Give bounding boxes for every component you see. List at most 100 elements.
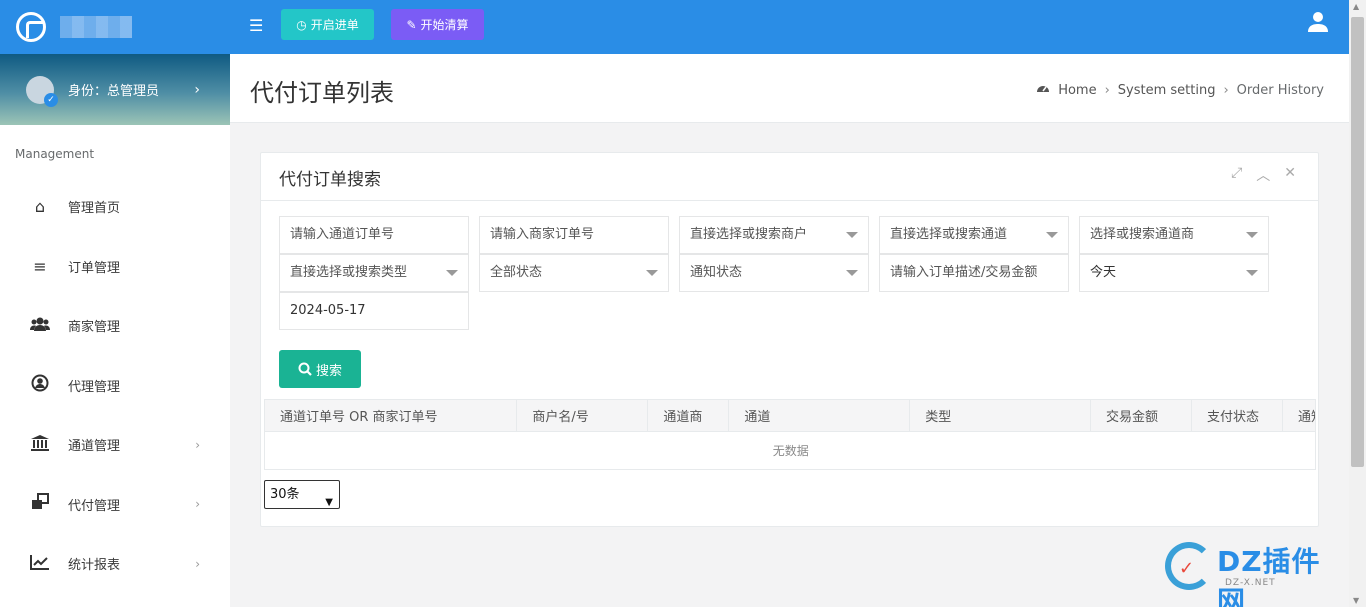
sidebar-item-label: 代付管理 [68, 498, 121, 514]
dashboard-icon [1036, 82, 1050, 98]
status-select[interactable]: 全部状态 [479, 254, 669, 292]
column-header[interactable]: 支付状态 [1191, 400, 1283, 432]
merchant-select[interactable]: 直接选择或搜索商户 [679, 216, 869, 254]
dropdown-caret-icon [1246, 270, 1258, 276]
sidebar-item-label: 代理管理 [68, 379, 121, 395]
list-icon: ≡ [33, 256, 47, 276]
dropdown-caret-icon [1046, 232, 1058, 238]
description-amount-input[interactable]: 请输入订单描述/交易金额 [879, 254, 1069, 292]
dropdown-caret-icon [646, 270, 658, 276]
dropdown-caret-icon [1246, 232, 1258, 238]
breadcrumb-current: Order History [1236, 82, 1324, 98]
channel-order-no-input[interactable]: 请输入通道订单号 [279, 216, 469, 254]
close-icon[interactable]: ✕ [1284, 165, 1296, 185]
type-select-text: 直接选择或搜索类型 [290, 265, 408, 280]
expand-icon[interactable]: ⤢ [1231, 165, 1242, 185]
dropdown-caret-icon [846, 270, 858, 276]
sidebar-item-label: 统计报表 [68, 558, 121, 574]
home-icon: ⌂ [34, 197, 46, 217]
chevron-right-icon: › [195, 497, 200, 512]
sidebar-item-merchants[interactable]: 商家管理 [0, 296, 230, 356]
sidebar-item-label: 通道管理 [68, 439, 121, 455]
profile-banner[interactable]: ✓ 身份：总管理员 › [0, 54, 230, 125]
panel-header: 代付订单搜索 ⤢ ︿ ✕ [261, 153, 1318, 201]
sidebar-item-payouts[interactable]: 代付管理 › [0, 475, 230, 535]
chevron-down-icon: ▼ [325, 497, 333, 508]
watermark-logo: ✓ DZ插件网 DZ-X.NET [1165, 540, 1345, 607]
dropdown-caret-icon [446, 270, 458, 276]
search-panel: 代付订单搜索 ⤢ ︿ ✕ 请输入通道订单号 请输入商家订单号 直接选择或搜索商户… [260, 152, 1319, 527]
dropdown-caret-icon [846, 232, 858, 238]
watermark-check-icon: ✓ [1179, 558, 1195, 579]
orders-table: 通道订单号 OR 商家订单号 商户名/号 通道商 通道 类型 交易金额 支付状态… [264, 399, 1316, 470]
logo-icon [16, 12, 46, 42]
column-header[interactable]: 交易金额 [1090, 400, 1192, 432]
breadcrumb-home[interactable]: Home [1058, 83, 1096, 98]
merchant-select-text: 直接选择或搜索商户 [690, 227, 808, 242]
sidebar-logo[interactable] [0, 0, 230, 54]
top-navbar: ☰ ◷ 开启进单 ✎ 开始清算 [230, 0, 1349, 54]
avatar: ✓ [26, 75, 58, 107]
breadcrumb-system-setting[interactable]: System setting [1118, 83, 1216, 98]
panel-title: 代付订单搜索 [279, 170, 381, 190]
search-button[interactable]: 搜索 [279, 350, 361, 388]
channel-select-text: 直接选择或搜索通道 [890, 227, 1008, 242]
sidebar: ✓ 身份：总管理员 › Management ⌂ 管理首页 ≡ 订单管理 商家管… [0, 0, 230, 607]
page-size-value: 30条 [270, 487, 300, 502]
column-header[interactable]: 通道商 [647, 400, 730, 432]
blurred-site-name [60, 16, 132, 38]
role-label: 身份：总管理员 [68, 84, 160, 99]
provider-select-text: 选择或搜索通道商 [1090, 227, 1195, 242]
sidebar-item-home[interactable]: ⌂ 管理首页 [0, 177, 230, 237]
sidebar-item-label: 商家管理 [68, 320, 121, 336]
type-select[interactable]: 直接选择或搜索类型 [279, 254, 469, 292]
column-header[interactable]: 商户名/号 [516, 400, 649, 432]
pencil-icon: ✎ [406, 17, 417, 32]
scrollbar-thumb[interactable] [1351, 17, 1364, 467]
chevron-right-icon: › [195, 437, 200, 452]
users-icon [30, 316, 50, 336]
breadcrumb-separator: › [1223, 82, 1229, 98]
scroll-down-icon[interactable]: ▼ [1353, 596, 1359, 605]
breadcrumb: Home › System setting › Order History [1036, 82, 1324, 98]
sidebar-item-reports[interactable]: 统计报表 › [0, 534, 230, 594]
page-scrollbar[interactable]: ▲ ▼ [1349, 0, 1366, 607]
table-header-row: 通道订单号 OR 商家订单号 商户名/号 通道商 通道 类型 交易金额 支付状态… [265, 400, 1315, 432]
chart-icon [30, 554, 50, 574]
provider-select[interactable]: 选择或搜索通道商 [1079, 216, 1269, 254]
user-menu-icon[interactable] [1307, 11, 1329, 33]
channel-select[interactable]: 直接选择或搜索通道 [879, 216, 1069, 254]
start-orders-button[interactable]: ◷ 开启进单 [281, 9, 374, 40]
notify-status-select[interactable]: 通知状态 [679, 254, 869, 292]
collapse-icon[interactable]: ︿ [1256, 165, 1270, 185]
date-input[interactable]: 2024-05-17 [279, 292, 469, 330]
sidebar-item-channels[interactable]: 通道管理 › [0, 415, 230, 475]
date-range-select[interactable]: 今天 [1079, 254, 1269, 292]
verified-icon: ✓ [44, 92, 58, 107]
table-row: 无数据 [265, 431, 1315, 469]
column-header[interactable]: 通道订单号 OR 商家订单号 [265, 400, 518, 432]
panel-tools: ⤢ ︿ ✕ [1231, 165, 1296, 185]
bank-icon [30, 434, 50, 456]
sidebar-item-label: 管理首页 [68, 201, 121, 217]
search-icon [298, 362, 312, 376]
sidebar-item-agents[interactable]: 代理管理 [0, 356, 230, 416]
merchant-order-no-input[interactable]: 请输入商家订单号 [479, 216, 669, 254]
start-settlement-button[interactable]: ✎ 开始清算 [391, 9, 484, 40]
column-header[interactable]: 通道 [728, 400, 911, 432]
watermark-brand: DZ插件网 [1217, 545, 1321, 607]
sidebar-item-orders[interactable]: ≡ 订单管理 [0, 237, 230, 297]
clock-icon: ◷ [296, 17, 307, 32]
page-heading: 代付订单列表 Home › System setting › Order His… [230, 54, 1349, 123]
chevron-right-icon: › [194, 81, 200, 98]
column-header[interactable]: 通知 [1282, 400, 1315, 432]
empty-message: 无数据 [772, 443, 809, 458]
start-settlement-label: 开始清算 [420, 18, 469, 32]
page-size-select[interactable]: 30条 ▼ [264, 480, 340, 509]
watermark-url: DZ-X.NET [1225, 578, 1276, 588]
scroll-up-icon[interactable]: ▲ [1353, 2, 1359, 11]
user-circle-icon [30, 374, 50, 396]
hamburger-menu-icon[interactable]: ☰ [249, 16, 263, 35]
page-title: 代付订单列表 [250, 79, 394, 107]
column-header[interactable]: 类型 [909, 400, 1092, 432]
